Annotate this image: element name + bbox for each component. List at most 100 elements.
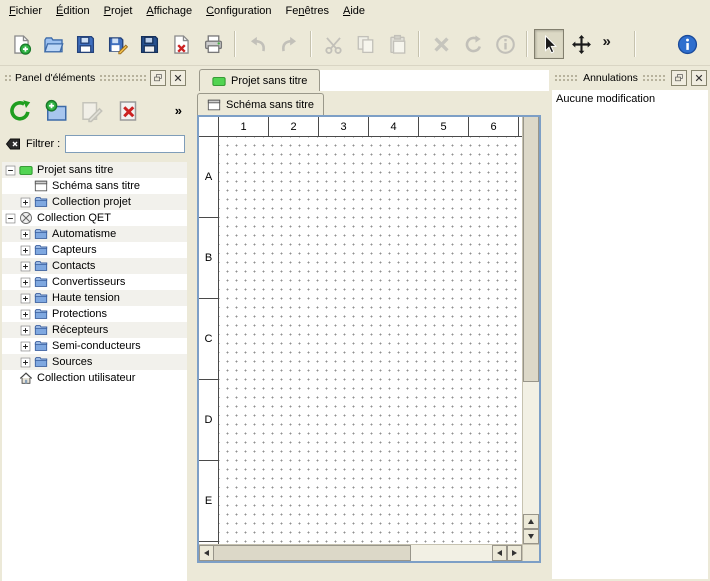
workspace-area: Projet sans titre Schéma sans titre: [193, 66, 549, 581]
printer-icon: [203, 34, 224, 55]
undo-icon: [247, 34, 268, 55]
new-element-button[interactable]: [40, 95, 72, 127]
scroll-left-button-2[interactable]: [492, 545, 507, 561]
menu-fenetres[interactable]: Fenêtres: [279, 0, 336, 23]
close-panel-button[interactable]: [170, 70, 186, 86]
tab-project[interactable]: Projet sans titre: [199, 69, 320, 91]
clear-filter-icon[interactable]: [5, 136, 21, 152]
vertical-scrollbar-track[interactable]: [523, 382, 539, 514]
close-panel-button[interactable]: [691, 70, 707, 86]
tree-item-sources[interactable]: Sources: [2, 354, 187, 370]
arrow-up-icon: [528, 519, 534, 524]
mdi-area: 123456 ABCDE: [193, 115, 549, 581]
tree-item-convertisseurs[interactable]: Convertisseurs: [2, 274, 187, 290]
expand-icon[interactable]: [20, 277, 31, 288]
undo-list[interactable]: Aucune modification: [552, 90, 708, 579]
tab-bar-empty-area: [320, 70, 549, 91]
expand-icon[interactable]: [20, 245, 31, 256]
collapse-icon[interactable]: [5, 213, 16, 224]
tree-item-label: Haute tension: [52, 292, 120, 304]
menu-configuration[interactable]: Configuration: [199, 0, 278, 23]
undo-button[interactable]: [242, 29, 272, 59]
toolbar-separator: [310, 31, 312, 57]
tab-schema[interactable]: Schéma sans titre: [197, 93, 324, 115]
expand-icon[interactable]: [20, 357, 31, 368]
select-mode-button[interactable]: [534, 29, 564, 59]
toolbar-overflow-button[interactable]: »: [598, 29, 628, 59]
print-button[interactable]: [198, 29, 228, 59]
tree-item-collection-projet[interactable]: Collection projet: [2, 194, 187, 210]
horizontal-scrollbar-thumb[interactable]: [214, 545, 411, 561]
horizontal-scrollbar-track[interactable]: [411, 545, 492, 561]
expand-icon[interactable]: [20, 325, 31, 336]
floppy-dark-icon: [139, 34, 160, 55]
delete-selection-button[interactable]: [426, 29, 456, 59]
scroll-down-button[interactable]: [523, 529, 539, 544]
new-document-button[interactable]: [6, 29, 36, 59]
menu-aide[interactable]: Aide: [336, 0, 372, 23]
project-tab-bar: Projet sans titre: [193, 66, 549, 91]
redo-button[interactable]: [274, 29, 304, 59]
expand-icon[interactable]: [20, 293, 31, 304]
expand-icon[interactable]: [20, 309, 31, 320]
scroll-up-button[interactable]: [523, 514, 539, 529]
float-panel-button[interactable]: [150, 70, 166, 86]
collapse-icon[interactable]: [5, 165, 16, 176]
tree-item-schema-sans-titre[interactable]: Schéma sans titre: [2, 178, 187, 194]
tree-item-projet-sans-titre[interactable]: Projet sans titre: [2, 162, 187, 178]
tree-item-collection-utilisateur[interactable]: Collection utilisateur: [2, 370, 187, 386]
folder-icon: [34, 291, 48, 305]
tree-item-protections[interactable]: Protections: [2, 306, 187, 322]
cut-button[interactable]: [318, 29, 348, 59]
scroll-left-button[interactable]: [199, 545, 214, 561]
save-button[interactable]: [70, 29, 100, 59]
menu-affichage[interactable]: Affichage: [139, 0, 199, 23]
tree-item-semi-conducteurs[interactable]: Semi-conducteurs: [2, 338, 187, 354]
panel-toolbar-overflow[interactable]: »: [175, 103, 185, 118]
menu-projet[interactable]: Projet: [97, 0, 140, 23]
row-header-cell: D: [199, 380, 218, 461]
undo-panel-titlebar[interactable]: Annulations: [552, 66, 708, 90]
about-qet-button[interactable]: [672, 29, 702, 59]
folder-icon: [34, 195, 48, 209]
elements-panel-titlebar[interactable]: Panel d'éléments: [2, 66, 187, 90]
vertical-scrollbar-thumb[interactable]: [523, 117, 539, 382]
tree-item-haute-tension[interactable]: Haute tension: [2, 290, 187, 306]
tree-item-label: Collection projet: [52, 196, 131, 208]
delete-element-button[interactable]: [112, 95, 144, 127]
menu-edition[interactable]: Édition: [49, 0, 97, 23]
open-document-button[interactable]: [38, 29, 68, 59]
save-all-button[interactable]: [134, 29, 164, 59]
tree-item-label: Sources: [52, 356, 92, 368]
tree-item-automatisme[interactable]: Automatisme: [2, 226, 187, 242]
menu-fichier[interactable]: Fichier: [2, 0, 49, 23]
tree-item-collection-qet[interactable]: Collection QET: [2, 210, 187, 226]
tree-item-capteurs[interactable]: Capteurs: [2, 242, 187, 258]
save-as-button[interactable]: [102, 29, 132, 59]
expand-icon[interactable]: [20, 229, 31, 240]
copy-icon: [355, 34, 376, 55]
paste-button[interactable]: [382, 29, 412, 59]
close-document-button[interactable]: [166, 29, 196, 59]
pan-mode-button[interactable]: [566, 29, 596, 59]
horizontal-scrollbar: [199, 544, 539, 561]
diagram-canvas[interactable]: [219, 137, 522, 544]
row-header-cell: E: [199, 461, 218, 542]
selection-info-button[interactable]: [490, 29, 520, 59]
redo-icon: [279, 34, 300, 55]
edit-element-button[interactable]: [76, 95, 108, 127]
scroll-right-button[interactable]: [507, 545, 522, 561]
expand-icon[interactable]: [20, 197, 31, 208]
toolbar-separator: [418, 31, 420, 57]
filter-input[interactable]: [65, 135, 185, 153]
reload-collections-button[interactable]: [4, 95, 36, 127]
float-panel-button[interactable]: [671, 70, 687, 86]
expand-icon[interactable]: [20, 341, 31, 352]
copy-button[interactable]: [350, 29, 380, 59]
expand-icon[interactable]: [20, 261, 31, 272]
tree-item-contacts[interactable]: Contacts: [2, 258, 187, 274]
tree-item-recepteurs[interactable]: Récepteurs: [2, 322, 187, 338]
column-header-cell: 1: [219, 117, 269, 136]
info-gray-icon: [495, 34, 516, 55]
rotate-selection-button[interactable]: [458, 29, 488, 59]
